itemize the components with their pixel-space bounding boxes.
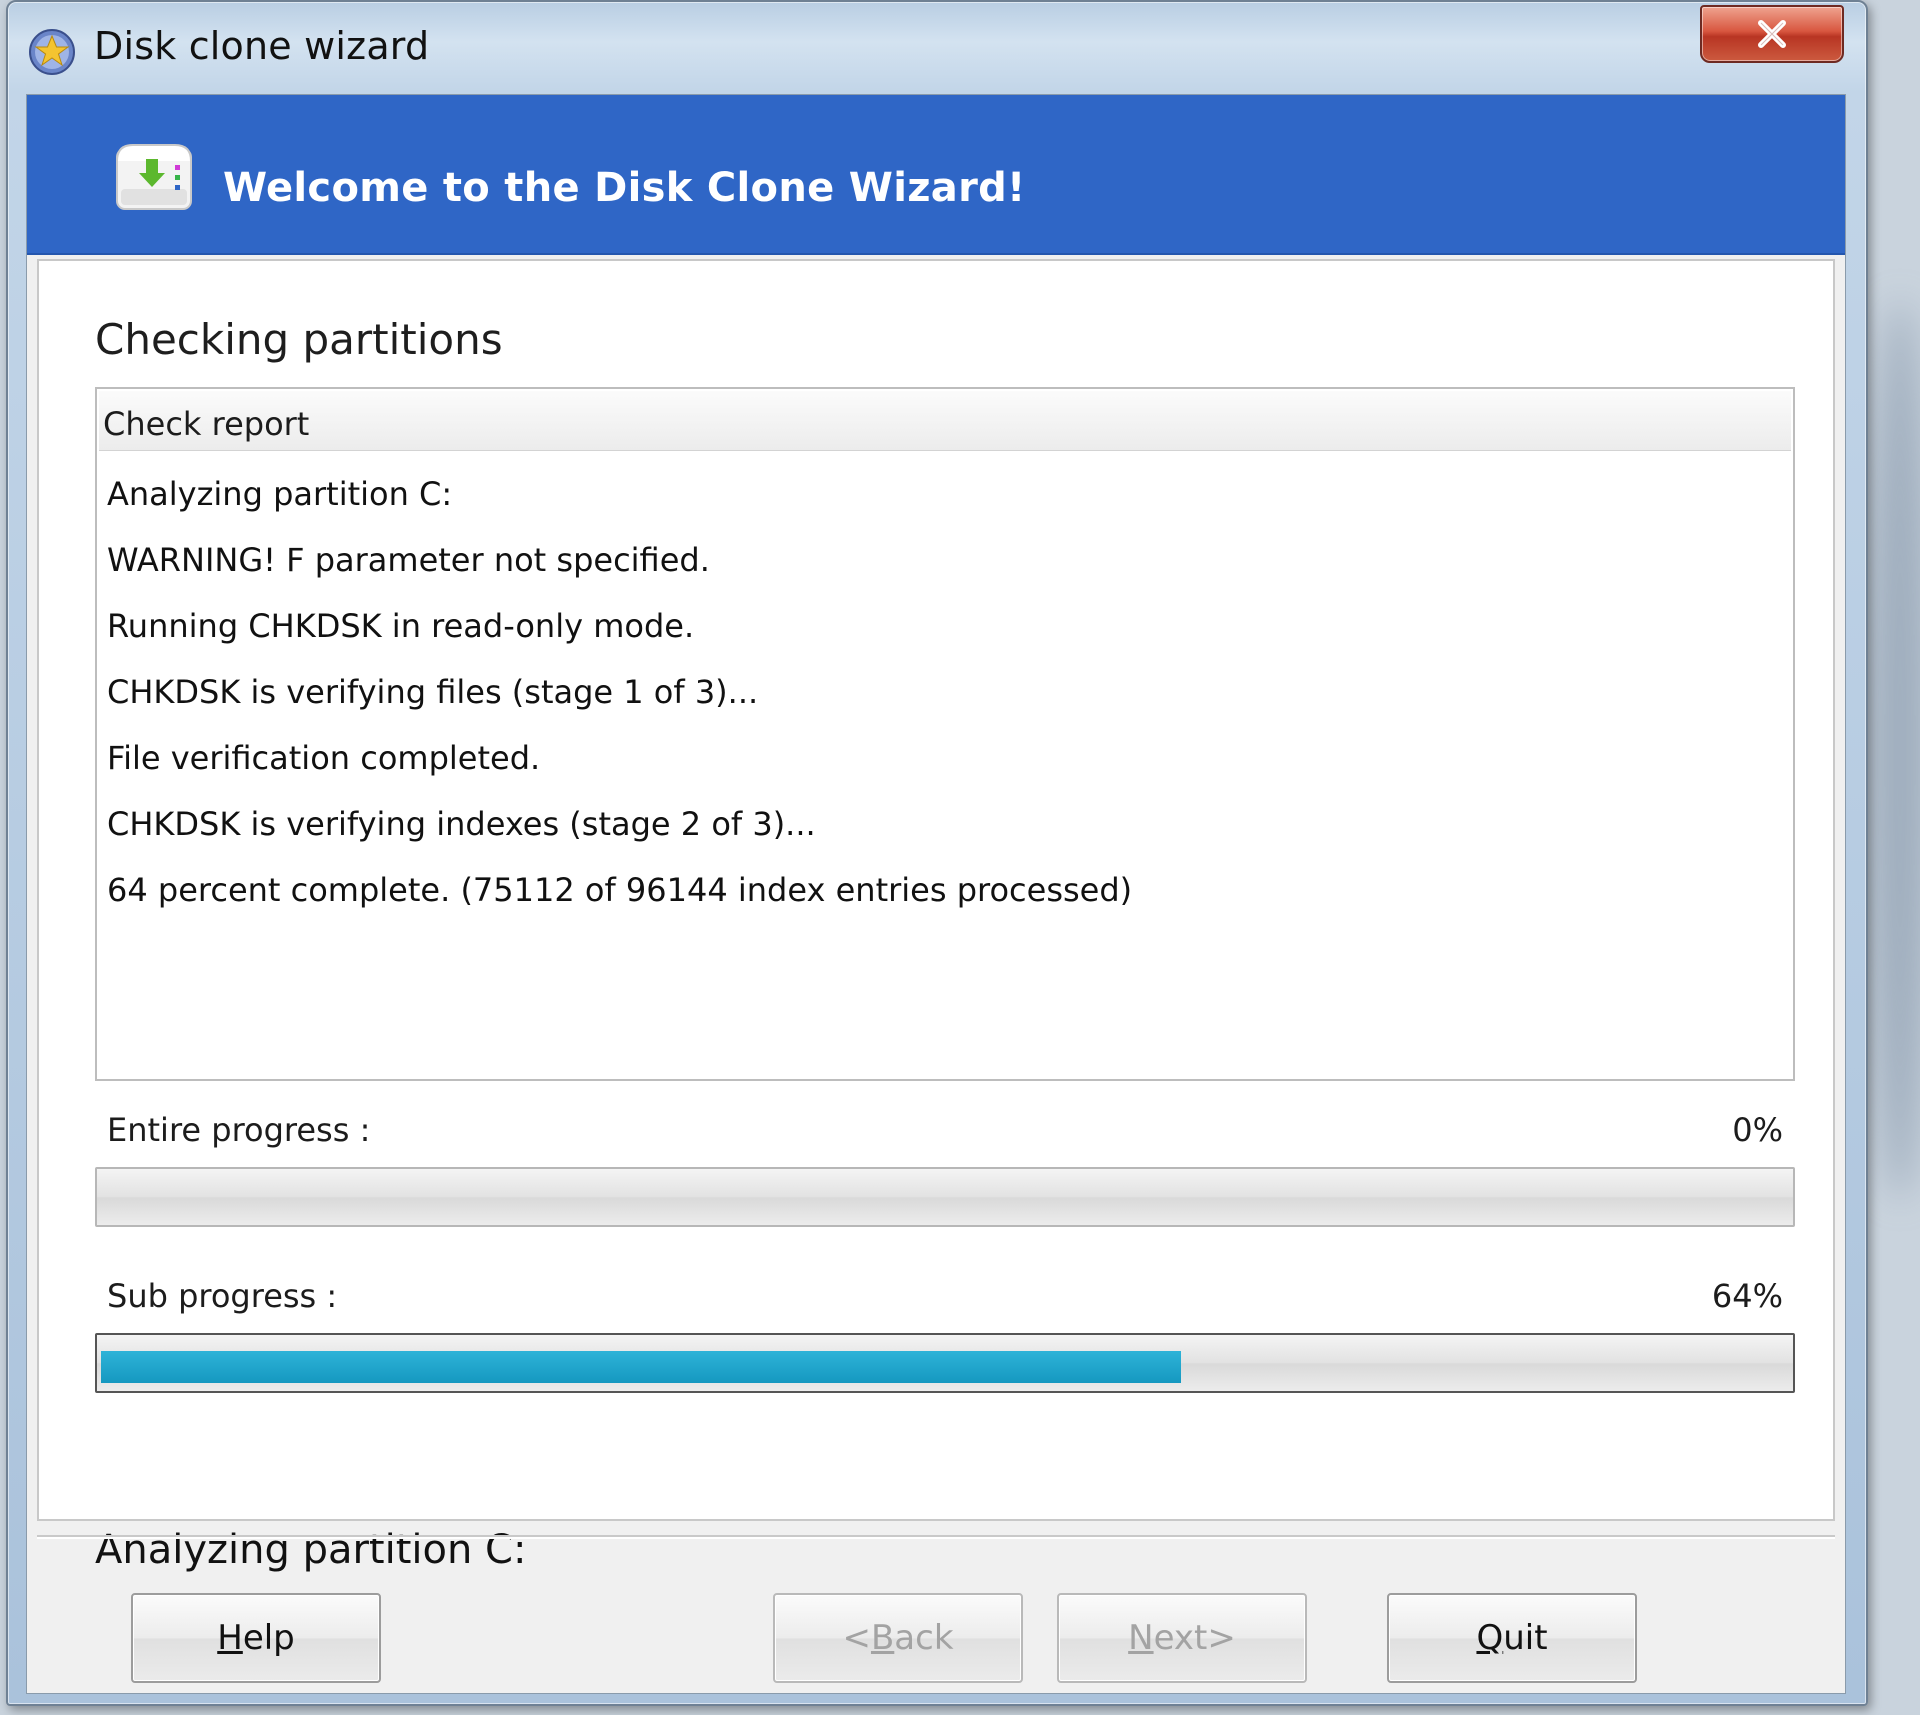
list-item[interactable]: Running CHKDSK in read-only mode.: [107, 593, 1783, 659]
desktop-background-edge: [1870, 300, 1920, 1200]
entire-progress-label: Entire progress :: [107, 1111, 371, 1149]
back-label-prefix: <: [842, 1618, 871, 1658]
next-label-rest: ext>: [1153, 1618, 1236, 1658]
next-mnemonic: N: [1128, 1618, 1154, 1658]
list-item[interactable]: Analyzing partition C:: [107, 461, 1783, 527]
check-report-header-label: Check report: [103, 405, 310, 443]
disk-clone-icon: [113, 135, 195, 217]
title-bar[interactable]: Disk clone wizard: [8, 2, 1866, 94]
back-mnemonic: B: [870, 1618, 895, 1658]
close-button[interactable]: [1700, 5, 1844, 63]
sub-progress-label: Sub progress :: [107, 1277, 338, 1315]
wizard-banner: Welcome to the Disk Clone Wizard!: [27, 95, 1845, 255]
footer-divider: [37, 1535, 1835, 1539]
sub-progress-fill: [101, 1351, 1181, 1383]
banner-title: Welcome to the Disk Clone Wizard!: [223, 165, 1026, 211]
app-star-icon: [28, 28, 76, 76]
help-button[interactable]: Help: [131, 1593, 381, 1683]
back-label-rest: ack: [894, 1618, 954, 1658]
list-item[interactable]: CHKDSK is verifying indexes (stage 2 of …: [107, 791, 1783, 857]
list-item[interactable]: 64 percent complete. (75112 of 96144 ind…: [107, 857, 1783, 923]
help-label-rest: elp: [242, 1618, 295, 1658]
back-button[interactable]: < Back: [773, 1593, 1023, 1683]
next-button[interactable]: Next>: [1057, 1593, 1307, 1683]
entire-progress-percent: 0%: [1732, 1111, 1783, 1149]
check-report-list[interactable]: Check report Analyzing partition C: WARN…: [95, 387, 1795, 1081]
check-report-column-header[interactable]: Check report: [99, 391, 1791, 451]
quit-label-rest: uit: [1503, 1618, 1548, 1658]
wizard-client-area: Welcome to the Disk Clone Wizard! Checki…: [26, 94, 1846, 1694]
list-item[interactable]: CHKDSK is verifying files (stage 1 of 3)…: [107, 659, 1783, 725]
sub-progress-percent: 64%: [1711, 1277, 1783, 1315]
list-item[interactable]: File verification completed.: [107, 725, 1783, 791]
quit-mnemonic: Q: [1476, 1618, 1504, 1658]
section-title: Checking partitions: [95, 315, 503, 364]
disk-clone-wizard-window: Disk clone wizard Welcome to the Disk Cl…: [6, 0, 1868, 1706]
sub-progress-bar: [95, 1333, 1795, 1393]
list-item[interactable]: WARNING! F parameter not specified.: [107, 527, 1783, 593]
status-text: Analyzing partition C:: [95, 1527, 527, 1573]
quit-button[interactable]: Quit: [1387, 1593, 1637, 1683]
help-mnemonic: H: [217, 1618, 243, 1658]
window-title: Disk clone wizard: [94, 24, 430, 68]
check-report-lines: Analyzing partition C: WARNING! F parame…: [107, 461, 1783, 923]
content-panel: Checking partitions Check report Analyzi…: [37, 259, 1835, 1573]
entire-progress-bar: [95, 1167, 1795, 1227]
